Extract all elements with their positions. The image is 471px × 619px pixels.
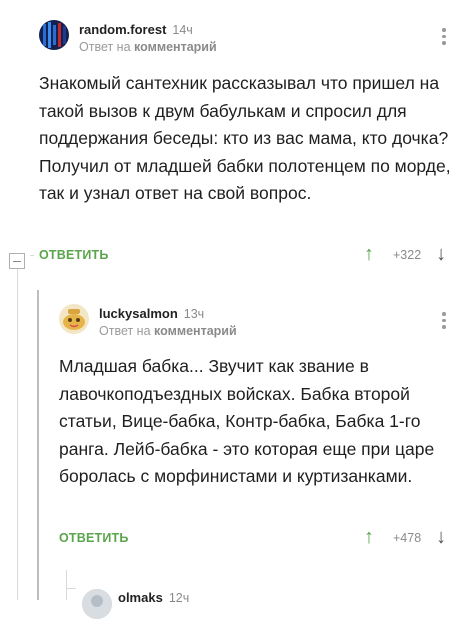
score: +322 xyxy=(393,247,422,262)
downvote-arrow-icon[interactable]: ↓ xyxy=(431,243,451,266)
reply-prefix: Ответ на xyxy=(79,40,131,54)
username-text[interactable]: random.forest xyxy=(79,22,166,37)
username[interactable]: luckysalmon 13ч xyxy=(99,306,204,321)
comment-time: 12ч xyxy=(168,591,190,605)
avatar[interactable] xyxy=(39,20,69,50)
comment-luckysalmon: luckysalmon 13ч Ответ на комментарий Млад… xyxy=(0,290,471,560)
username[interactable]: random.forest 14ч xyxy=(79,22,193,37)
vote-controls: ↑ +478 ↓ xyxy=(359,526,451,549)
score: +478 xyxy=(393,530,422,545)
user-avatar-icon xyxy=(82,589,112,619)
reply-button[interactable]: ОТВЕТИТЬ xyxy=(59,531,129,545)
reply-prefix: Ответ на xyxy=(99,324,151,338)
comment-time: 14ч xyxy=(172,23,193,37)
upvote-arrow-icon[interactable]: ↑ xyxy=(359,526,379,549)
username-text[interactable]: luckysalmon xyxy=(99,306,178,321)
downvote-arrow-icon[interactable]: ↓ xyxy=(431,526,451,549)
avatar[interactable] xyxy=(59,304,89,334)
username[interactable]: olmaks 12ч xyxy=(118,590,189,605)
collapse-minus-icon[interactable] xyxy=(9,253,25,269)
comment-random-forest: random.forest 14ч Ответ на комментарий Зн… xyxy=(0,0,471,270)
more-vertical-icon[interactable] xyxy=(441,28,447,48)
more-vertical-icon[interactable] xyxy=(441,312,447,332)
comment-text: Знакомый сантехник рассказывал что прише… xyxy=(39,73,451,203)
reply-button[interactable]: ОТВЕТИТЬ xyxy=(39,248,109,262)
reply-to-line: Ответ на комментарий xyxy=(99,324,237,338)
username-text[interactable]: olmaks xyxy=(118,590,163,605)
reply-to-line: Ответ на комментарий xyxy=(79,40,217,54)
user-avatar-icon xyxy=(39,20,69,50)
vote-controls: ↑ +322 ↓ xyxy=(359,243,451,266)
comment-olmaks: olmaks 12ч xyxy=(0,575,471,619)
avatar[interactable] xyxy=(82,589,112,619)
upvote-arrow-icon[interactable]: ↑ xyxy=(359,243,379,266)
reply-target-link[interactable]: комментарий xyxy=(134,40,217,54)
comment-time: 13ч xyxy=(183,307,205,321)
user-avatar-icon xyxy=(59,304,89,334)
thread-line-horizontal xyxy=(30,255,34,256)
comment-text: Младшая бабка... Звучит как звание в лав… xyxy=(59,356,435,486)
reply-target-link[interactable]: комментарий xyxy=(154,324,237,338)
